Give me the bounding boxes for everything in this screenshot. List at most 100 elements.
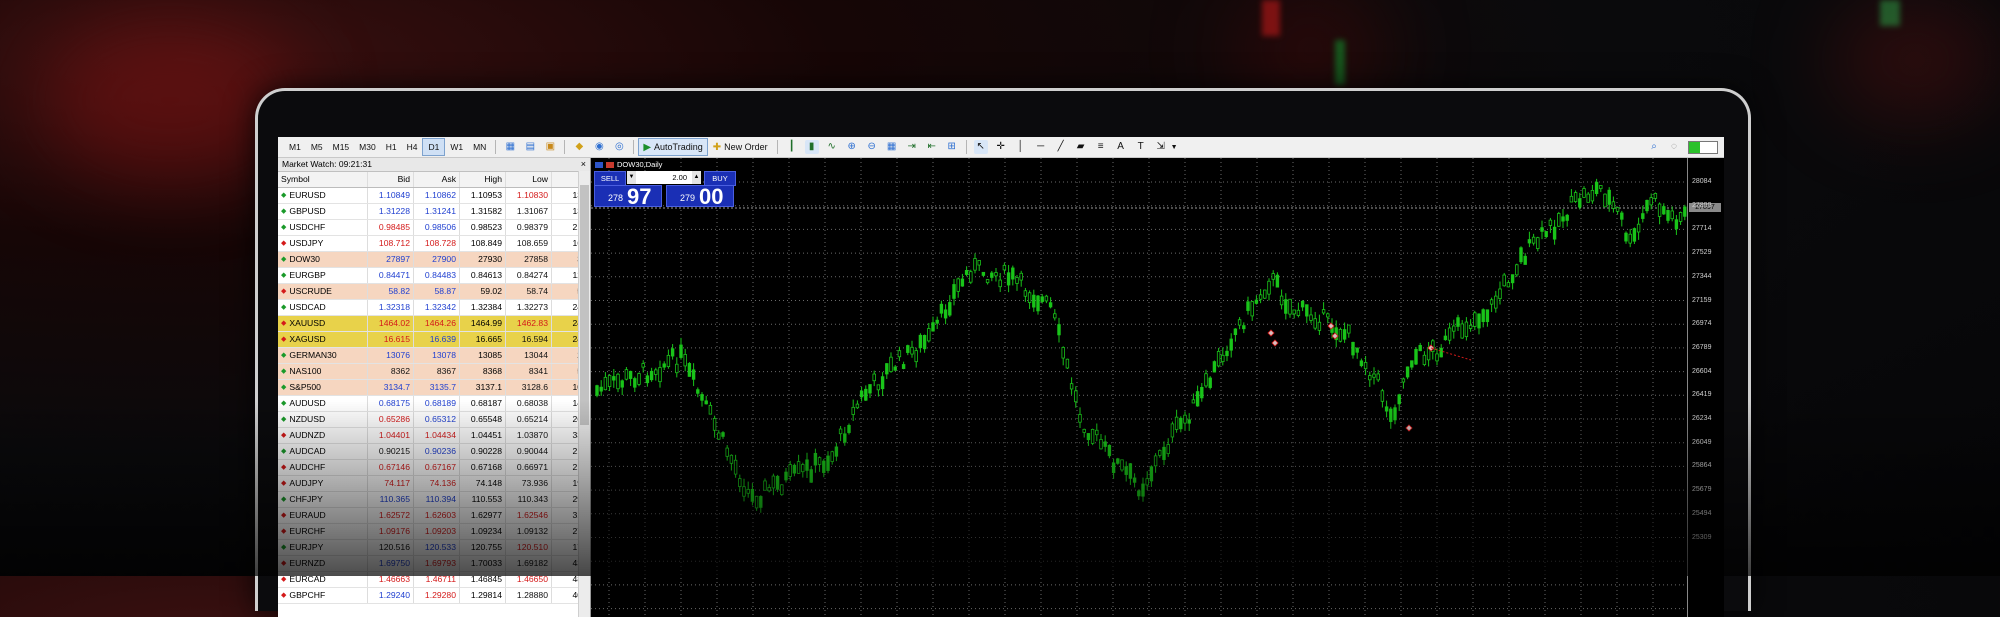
column-header-ask[interactable]: Ask: [414, 172, 460, 187]
terminal-icon[interactable]: ◉: [592, 140, 606, 154]
chart-window[interactable]: DOW30,Daily SELL 2.00 ▼ ▲ BUY 278 97 279…: [591, 158, 1724, 617]
chat-icon[interactable]: ◌: [1667, 140, 1681, 154]
horizontal-line-icon[interactable]: ─: [1034, 140, 1048, 154]
auto-trading-button[interactable]: ▶ AutoTrading: [638, 138, 708, 156]
candlestick-chart[interactable]: [591, 158, 1688, 617]
column-header-high[interactable]: High: [460, 172, 506, 187]
crosshair-icon[interactable]: ✛: [994, 140, 1008, 154]
table-row[interactable]: ◆GBPUSD1.312281.312411.315821.3106713: [278, 204, 590, 220]
bar-chart-icon[interactable]: ┃: [785, 140, 799, 154]
lot-decrease-icon[interactable]: ▼: [627, 171, 636, 184]
table-row[interactable]: ◆NAS10083628367836883415: [278, 364, 590, 380]
candle-body: [742, 486, 746, 497]
strategy-tester-icon[interactable]: ◎: [612, 140, 626, 154]
high-cell: 0.68187: [460, 396, 506, 411]
candle-body: [1036, 295, 1040, 312]
market-watch-icon[interactable]: ▣: [543, 140, 557, 154]
table-row[interactable]: ◆USCRUDE58.8258.8759.0258.745: [278, 284, 590, 300]
timeframe-w1-button[interactable]: W1: [445, 139, 468, 155]
table-row[interactable]: ◆XAUUSD1464.021464.261464.991462.8324: [278, 316, 590, 332]
line-chart-icon[interactable]: ∿: [825, 140, 839, 154]
zoom-out-icon[interactable]: ⊖: [865, 140, 879, 154]
table-row[interactable]: ◆EURCAD1.466631.467111.468451.4665048: [278, 572, 590, 588]
trade-marker[interactable]: [1271, 339, 1279, 347]
timeframe-m5-button[interactable]: M5: [306, 139, 328, 155]
price-axis[interactable]: 27897 28084 27899 27714 27529 27344 27159 2697…: [1687, 158, 1724, 617]
table-row[interactable]: ◆CHFJPY110.365110.394110.553110.34329: [278, 492, 590, 508]
chevron-down-icon[interactable]: ▼: [1171, 144, 1178, 151]
fibonacci-icon[interactable]: ≡: [1094, 140, 1108, 154]
trendline-icon[interactable]: ╱: [1054, 140, 1068, 154]
close-icon[interactable]: ×: [581, 158, 586, 171]
candle-body: [633, 378, 637, 388]
table-row[interactable]: ◆USDCHF0.984850.985060.985230.9837921: [278, 220, 590, 236]
navigator-icon[interactable]: ◆: [572, 140, 586, 154]
candle-body: [771, 475, 776, 489]
table-row[interactable]: ◆NZDUSD0.652860.653120.655480.6521426: [278, 412, 590, 428]
table-row[interactable]: ◆GERMAN30130761307813085130442: [278, 348, 590, 364]
timeframe-d1-button[interactable]: D1: [422, 138, 446, 156]
timeframe-m30-button[interactable]: M30: [354, 139, 381, 155]
arrow-up-icon: ◆: [281, 256, 287, 263]
scrollbar[interactable]: [578, 171, 590, 617]
table-row[interactable]: ◆AUDCAD0.902150.902360.902280.9004421: [278, 444, 590, 460]
trade-marker[interactable]: [1405, 424, 1413, 432]
lot-size-input[interactable]: 2.00: [627, 171, 701, 184]
column-header-bid[interactable]: Bid: [368, 172, 414, 187]
search-icon[interactable]: ⌕: [1647, 140, 1661, 154]
table-row[interactable]: ◆AUDCHF0.671460.671670.671680.6697121: [278, 460, 590, 476]
table-row[interactable]: ◆EURAUD1.625721.626031.629771.6254631: [278, 508, 590, 524]
price-axis-label: 27529: [1692, 249, 1712, 257]
table-row[interactable]: ◆EURNZD1.697501.697931.700331.6918243: [278, 556, 590, 572]
candlestick-chart-icon[interactable]: ▮: [804, 140, 819, 154]
table-row[interactable]: ◆S&P5003134.73135.73137.13128.610: [278, 380, 590, 396]
zoom-in-icon[interactable]: ⊕: [845, 140, 859, 154]
candle-body: [1111, 462, 1116, 474]
table-row[interactable]: ◆USDCAD1.323181.323421.323841.3227324: [278, 300, 590, 316]
autoscroll-icon[interactable]: ⇤: [925, 140, 939, 154]
tile-windows-icon[interactable]: ▦: [885, 140, 899, 154]
arrows-icon[interactable]: ⇲: [1154, 140, 1168, 154]
text-icon[interactable]: A: [1114, 140, 1128, 154]
lot-increase-icon[interactable]: ▲: [692, 171, 701, 184]
timeframe-h4-button[interactable]: H4: [402, 139, 423, 155]
candle-body: [1569, 195, 1574, 203]
candle-body: [960, 278, 965, 287]
new-chart-icon[interactable]: ▦: [503, 140, 517, 154]
scrollbar-thumb[interactable]: [580, 185, 589, 425]
candle-body: [1191, 399, 1196, 404]
table-row[interactable]: ◆EURUSD1.108491.108621.109531.1083013: [278, 188, 590, 204]
timeframe-m15-button[interactable]: M15: [328, 139, 355, 155]
sell-button[interactable]: SELL: [594, 171, 626, 186]
column-header-symbol[interactable]: Symbol: [278, 172, 368, 187]
sell-quote[interactable]: 278 97: [594, 184, 662, 209]
table-row[interactable]: ◆USDJPY108.712108.728108.849108.65916: [278, 236, 590, 252]
cursor-icon[interactable]: ↖: [973, 140, 988, 154]
new-order-button[interactable]: ✚ New Order: [708, 138, 773, 156]
buy-quote[interactable]: 279 00: [666, 184, 734, 209]
vertical-line-icon[interactable]: │: [1014, 140, 1028, 154]
table-row[interactable]: ◆EURCHF1.091761.092031.092341.0913227: [278, 524, 590, 540]
indicators-icon[interactable]: ⊞: [945, 140, 959, 154]
symbol-cell: ◆ GBPUSD: [278, 204, 368, 219]
table-row[interactable]: ◆GBPCHF1.292401.292801.298141.2888040: [278, 588, 590, 604]
column-header-low[interactable]: Low: [506, 172, 552, 187]
candle-body: [1237, 319, 1242, 326]
table-row[interactable]: ◆XAGUSD16.61516.63916.66516.59424: [278, 332, 590, 348]
table-row[interactable]: ◆EURGBP0.844710.844830.846130.8427412: [278, 268, 590, 284]
profiles-icon[interactable]: ▤: [523, 140, 537, 154]
timeframe-m1-button[interactable]: M1: [284, 139, 306, 155]
table-row[interactable]: ◆DOW30278972790027930278583: [278, 252, 590, 268]
channel-icon[interactable]: ▰: [1074, 140, 1088, 154]
table-row[interactable]: ◆AUDUSD0.681750.681890.681870.6803814: [278, 396, 590, 412]
candle-body: [927, 328, 931, 342]
trade-marker[interactable]: [1267, 329, 1275, 337]
timeframe-mn-button[interactable]: MN: [468, 139, 491, 155]
chart-shift-icon[interactable]: ⇥: [905, 140, 919, 154]
text-label-icon[interactable]: T: [1134, 140, 1148, 154]
table-row[interactable]: ◆AUDJPY74.11774.13674.14873.93619: [278, 476, 590, 492]
table-row[interactable]: ◆AUDNZD1.044011.044341.044511.0387033: [278, 428, 590, 444]
ask-cell: 1.29280: [414, 588, 460, 603]
timeframe-h1-button[interactable]: H1: [381, 139, 402, 155]
table-row[interactable]: ◆EURJPY120.516120.533120.755120.51017: [278, 540, 590, 556]
